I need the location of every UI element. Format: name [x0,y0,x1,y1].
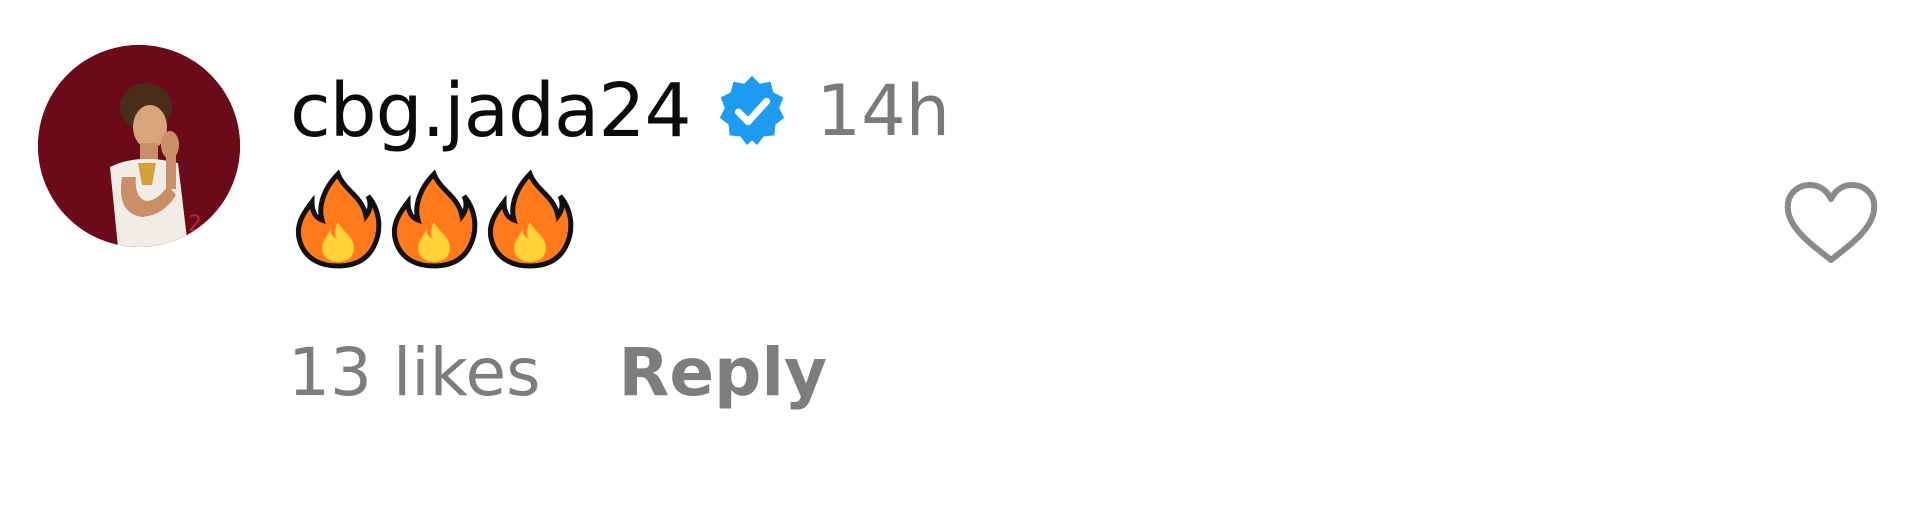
fire-emoji-icon [484,168,576,270]
comment-body [292,168,576,270]
likes-count[interactable]: 13 likes [288,340,541,406]
svg-text:2: 2 [188,212,202,237]
verified-badge-icon [713,72,791,150]
timestamp[interactable]: 14h [817,76,950,146]
comment-row: 2 cbg.jada24 14h 13 likes Reply [0,0,1920,512]
heart-icon [1784,182,1878,263]
reply-button[interactable]: Reply [619,340,827,406]
comment-header: cbg.jada24 14h [290,66,950,156]
fire-emoji-icon [292,168,384,270]
avatar-photo: 2 [38,45,240,247]
avatar[interactable]: 2 [38,45,240,247]
like-button[interactable] [1782,180,1880,266]
fire-emoji-icon [388,168,480,270]
username[interactable]: cbg.jada24 [290,74,692,148]
comment-actions: 13 likes Reply [288,340,827,406]
